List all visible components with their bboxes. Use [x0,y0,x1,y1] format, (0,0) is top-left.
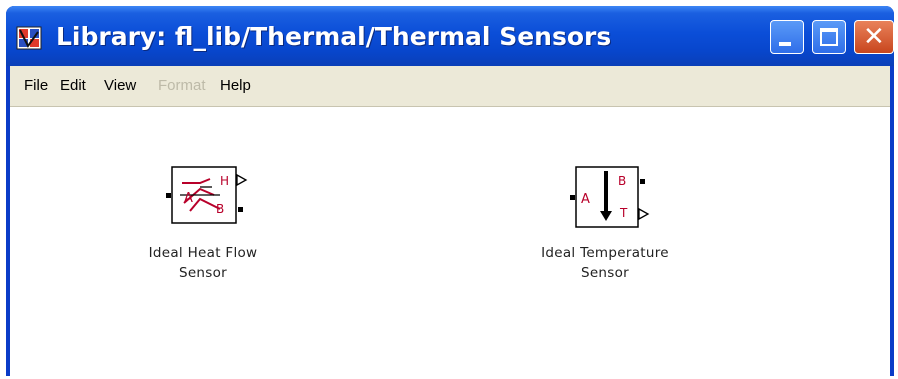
maximize-icon [820,28,838,46]
menu-edit[interactable]: Edit [60,77,86,94]
close-button[interactable]: ✕ [854,20,894,54]
svg-text:H: H [220,174,229,188]
heat-flow-sensor-label: Ideal Heat Flow Sensor [128,243,278,283]
library-window: Library: fl_lib/Thermal/Thermal Sensors … [6,6,894,376]
temperature-sensor-label-line2: Sensor [580,265,630,281]
heat-flow-sensor-label-line1: Ideal Heat Flow [148,245,258,261]
simulink-library-icon [16,26,42,50]
menu-view[interactable]: View [104,77,136,94]
ideal-temperature-sensor-block[interactable]: A B T [564,165,654,229]
ideal-heat-flow-sensor-block[interactable]: A B H [160,165,250,225]
svg-text:B: B [216,202,224,216]
title-bar[interactable]: Library: fl_lib/Thermal/Thermal Sensors … [6,6,894,66]
temperature-sensor-label-line1: Ideal Temperature [541,245,669,261]
svg-text:B: B [618,174,626,188]
svg-text:T: T [619,206,628,220]
menu-file[interactable]: File [24,77,48,94]
menu-bar: File Edit View Format Help [10,66,890,107]
library-canvas[interactable]: A B H Ideal Heat Flow Sensor A B T Ideal… [10,107,890,376]
temperature-sensor-icon: A B T [570,166,650,228]
window-title: Library: fl_lib/Thermal/Thermal Sensors [56,22,612,51]
minimize-button[interactable] [770,20,804,54]
maximize-button[interactable] [812,20,846,54]
svg-text:A: A [581,192,590,207]
heat-flow-sensor-icon: A B H [166,166,248,224]
close-icon: ✕ [863,22,885,52]
menu-help[interactable]: Help [220,77,251,94]
minimize-icon [779,42,791,46]
menu-format: Format [158,77,206,94]
heat-flow-sensor-label-line2: Sensor [178,265,228,281]
temperature-sensor-label: Ideal Temperature Sensor [510,243,700,283]
svg-text:A: A [184,191,193,206]
